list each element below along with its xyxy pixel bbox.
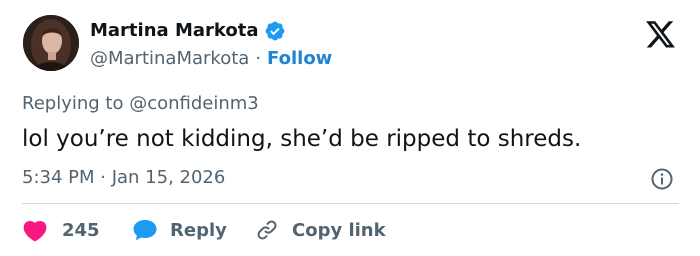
speech-bubble-icon bbox=[132, 218, 158, 242]
reply-label: Reply bbox=[170, 219, 227, 241]
info-icon[interactable] bbox=[650, 167, 674, 191]
link-icon bbox=[254, 218, 280, 242]
timestamp[interactable]: 5:34 PM · Jan 15, 2026 bbox=[22, 166, 225, 190]
copy-link-label: Copy link bbox=[292, 219, 386, 241]
verified-badge-icon bbox=[264, 20, 286, 42]
divider bbox=[22, 203, 679, 204]
author-line: Martina Markota bbox=[90, 20, 286, 42]
follow-button[interactable]: Follow bbox=[267, 47, 332, 71]
separator-dot: · bbox=[255, 48, 262, 69]
action-bar: 245 Reply Copy link bbox=[22, 216, 386, 244]
handle-row: @MartinaMarkota · Follow bbox=[90, 47, 332, 71]
handle[interactable]: @MartinaMarkota bbox=[90, 47, 249, 71]
display-name[interactable]: Martina Markota bbox=[90, 20, 258, 42]
tweet-embed-card: Martina Markota @MartinaMarkota · Follow… bbox=[0, 0, 700, 256]
tweet-text: lol you’re not kidding, she’d be ripped … bbox=[22, 126, 582, 152]
like-count: 245 bbox=[62, 219, 100, 241]
reply-button[interactable]: Reply bbox=[132, 218, 254, 242]
copy-link-button[interactable]: Copy link bbox=[254, 218, 386, 242]
heart-icon bbox=[22, 218, 48, 242]
replying-to: Replying to @confideinm3 bbox=[22, 93, 259, 114]
x-logo-icon[interactable] bbox=[646, 21, 676, 49]
like-button[interactable]: 245 bbox=[22, 218, 132, 242]
avatar[interactable] bbox=[23, 15, 79, 71]
